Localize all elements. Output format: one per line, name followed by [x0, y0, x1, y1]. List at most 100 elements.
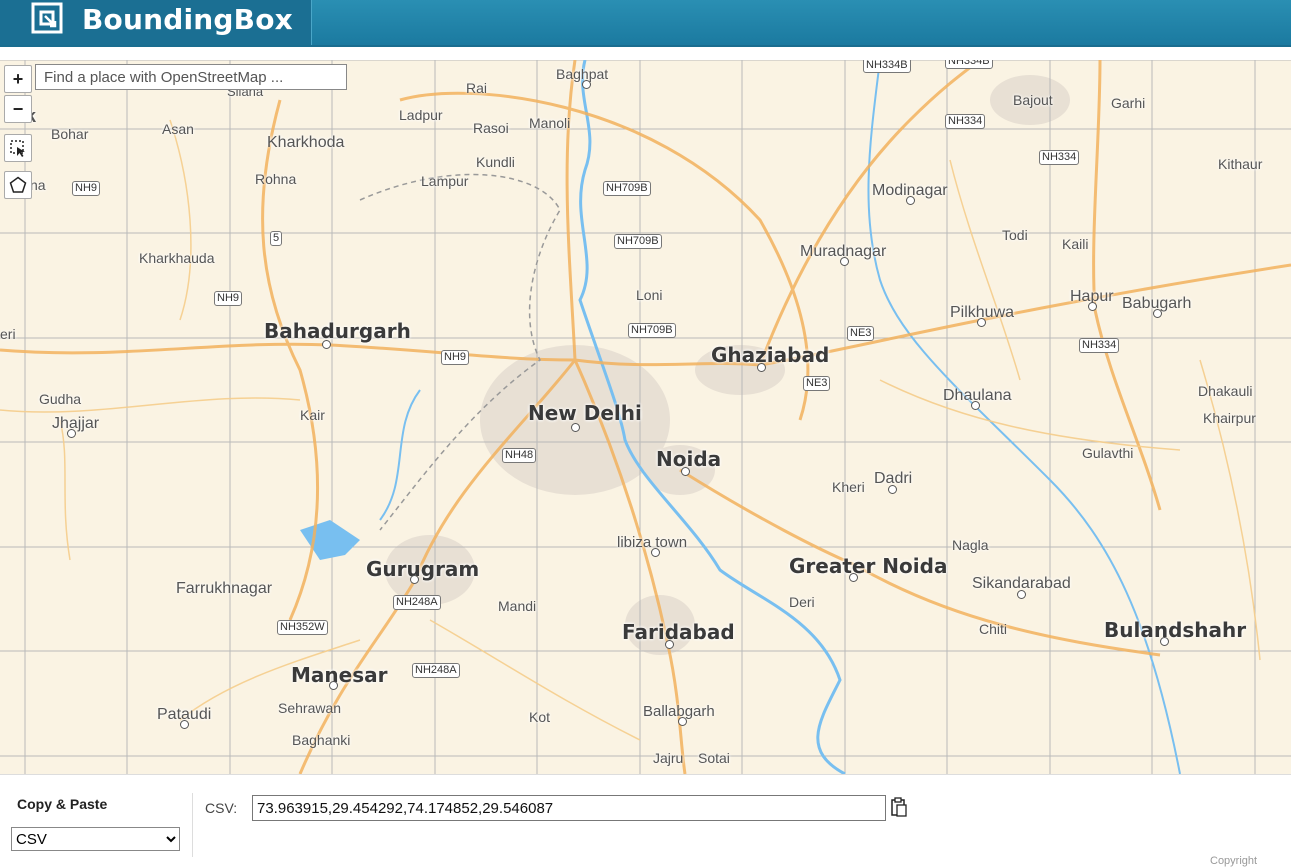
city-label: Ghaziabad: [711, 343, 830, 367]
town-label: Kharkhauda: [139, 250, 215, 266]
town-label: Ladpur: [399, 107, 443, 123]
town-label: Kharkhoda: [267, 134, 345, 151]
map-base-layer: [0, 60, 1291, 774]
city-label: Bahadurgarh: [264, 319, 411, 343]
logo-area: BoundingBox: [0, 0, 312, 45]
town-label: Loni: [636, 287, 663, 303]
town-label: Khairpur: [1203, 410, 1256, 426]
town-label: Kaili: [1062, 236, 1089, 252]
place-marker: [329, 681, 338, 690]
place-marker: [888, 485, 897, 494]
polygon-icon: [9, 176, 27, 193]
road-shield: NH334: [1079, 338, 1120, 353]
town-label: Nagla: [952, 537, 989, 553]
city-label: New Delhi: [528, 401, 642, 425]
place-marker: [678, 717, 687, 726]
clipboard-icon[interactable]: [890, 797, 908, 817]
road-shield: NH248A: [393, 595, 441, 610]
road-shield: NE3: [847, 326, 875, 341]
town-label: Chiti: [979, 621, 1008, 637]
town-label: Bohar: [51, 126, 89, 142]
town-label: Gulavthi: [1082, 445, 1134, 461]
town-label: Kheri: [832, 479, 865, 495]
town-label: Kair: [300, 407, 325, 423]
place-marker: [840, 257, 849, 266]
place-marker: [651, 548, 660, 557]
town-label: Gudha: [39, 391, 82, 407]
town-label: Garhi: [1111, 95, 1146, 111]
road-shield: NH9: [72, 181, 101, 196]
road-shield: 5: [270, 231, 283, 246]
city-label: Gurugram: [366, 557, 480, 581]
town-label: Rai: [466, 80, 488, 96]
city-label: Greater Noida: [789, 554, 948, 578]
town-label: Farrukhnagar: [176, 580, 273, 597]
place-marker: [582, 80, 591, 89]
town-label: Deri: [789, 594, 815, 610]
place-marker: [1088, 302, 1097, 311]
town-label: Todi: [1002, 227, 1028, 243]
town-label: Baghanki: [292, 732, 351, 748]
select-tool-button[interactable]: [4, 134, 32, 162]
road-shield: NE3: [803, 376, 831, 391]
town-label: Mandi: [498, 598, 537, 614]
copy-paste-label: Copy & Paste: [17, 796, 108, 812]
city-label: Faridabad: [622, 620, 735, 644]
road-shield: NH248A: [412, 663, 460, 678]
format-select[interactable]: CSV: [11, 827, 180, 851]
town-label: Lampur: [421, 173, 469, 189]
road-shield: NH709B: [614, 234, 662, 249]
polygon-tool-button[interactable]: [4, 171, 32, 199]
road-shield: NH709B: [603, 181, 651, 196]
town-label: Jhajjar: [52, 415, 100, 432]
town-label: na: [30, 177, 46, 193]
town-label: Asan: [162, 121, 194, 137]
place-marker: [681, 467, 690, 476]
town-label: Kundli: [476, 154, 515, 170]
place-marker: [906, 196, 915, 205]
place-marker: [757, 363, 766, 372]
place-marker: [1160, 637, 1169, 646]
town-label: Jajru: [653, 750, 684, 766]
town-label: Kot: [529, 709, 551, 725]
place-marker: [1017, 590, 1026, 599]
place-marker: [849, 573, 858, 582]
town-label: Kithaur: [1218, 156, 1263, 172]
road-shield: NH9: [214, 291, 243, 306]
road-shield: NH9: [441, 350, 470, 365]
road-shield: NH352W: [277, 620, 328, 635]
place-marker: [180, 720, 189, 729]
place-marker: [571, 423, 580, 432]
panel-divider: [192, 793, 193, 857]
city-label: Manesar: [291, 663, 388, 687]
bbox-logo-icon: [31, 2, 63, 34]
map-canvas[interactable]: New Delhi Ghaziabad Noida Gurugram Great…: [0, 60, 1291, 774]
town-label: Baghpat: [556, 66, 609, 82]
export-panel: Copy & Paste CSV CSV: Copyright: [0, 774, 1291, 867]
app-title: BoundingBox: [82, 3, 293, 36]
copyright-link[interactable]: Copyright: [1210, 855, 1257, 867]
place-marker: [410, 575, 419, 584]
road-shield: NH334B: [945, 60, 993, 69]
road-shield: NH334: [945, 114, 986, 129]
road-shield: NH334B: [863, 60, 911, 73]
place-marker: [67, 429, 76, 438]
cursor-select-icon: [10, 140, 25, 157]
csv-label: CSV:: [205, 800, 238, 816]
town-label: Rasoi: [473, 120, 509, 136]
road-shield: NH709B: [628, 323, 676, 338]
road-shield: NH334: [1039, 150, 1080, 165]
town-label: Sotai: [698, 750, 730, 766]
zoom-out-button[interactable]: −: [4, 95, 32, 123]
place-search-input[interactable]: [35, 64, 347, 90]
csv-output-field[interactable]: [252, 795, 886, 821]
town-label: Bajout: [1013, 92, 1053, 108]
town-label: eri: [0, 326, 16, 342]
place-marker: [977, 318, 986, 327]
zoom-in-button[interactable]: +: [4, 65, 32, 93]
road-shield: NH48: [502, 448, 537, 463]
place-marker: [971, 401, 980, 410]
town-label: Sehrawan: [278, 700, 342, 716]
town-label: Rohna: [255, 171, 297, 187]
city-label: Bulandshahr: [1104, 618, 1247, 642]
